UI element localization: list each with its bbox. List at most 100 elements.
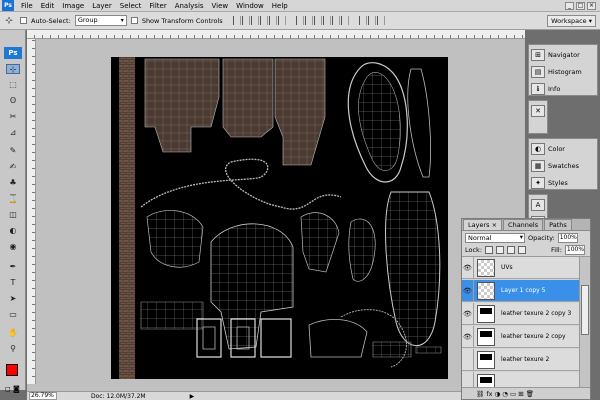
auto-align-buttons[interactable] xyxy=(358,16,385,25)
tab-paths[interactable]: Paths xyxy=(544,219,572,230)
histogram-label: Histogram xyxy=(548,67,582,76)
distribute-buttons[interactable] xyxy=(295,16,349,25)
dodge-tool-icon[interactable]: ◉ xyxy=(6,242,20,252)
ruler-horizontal[interactable] xyxy=(27,30,525,39)
show-transform-checkbox[interactable] xyxy=(130,17,138,24)
blend-mode-dropdown[interactable]: Normal xyxy=(465,232,525,243)
fill-field[interactable]: 100% xyxy=(564,245,585,255)
fill-label: Fill: xyxy=(551,246,562,254)
menu-edit[interactable]: Edit xyxy=(37,0,59,12)
layers-footer-buttons[interactable]: ⛓ fx ◑ ◔ ▭ ⊞ 🗑 xyxy=(462,387,590,399)
canvas-area[interactable] xyxy=(36,39,525,384)
styles-icon: ✦ xyxy=(531,176,545,189)
tool-presets-group: ✕ xyxy=(528,100,548,134)
opacity-field[interactable]: 100% xyxy=(557,232,578,243)
swatches-label: Swatches xyxy=(548,161,580,170)
eye-icon[interactable]: 👁 xyxy=(462,325,474,348)
maximize-button[interactable]: □ xyxy=(576,1,585,10)
history-brush-icon[interactable]: ♣ xyxy=(6,178,20,188)
scrollbar-thumb[interactable] xyxy=(581,285,589,335)
layer-row[interactable]: leather texure 2 xyxy=(462,348,580,371)
zoom-level-field[interactable]: 26.79% xyxy=(29,392,57,400)
menu-select[interactable]: Select xyxy=(116,0,146,12)
eye-hidden-icon[interactable] xyxy=(462,371,474,387)
menu-view[interactable]: View xyxy=(208,0,233,12)
path-select-icon[interactable]: ➤ xyxy=(6,294,20,304)
leather-piece-2 xyxy=(222,58,274,138)
brush-tool-icon[interactable]: ✎ xyxy=(6,146,20,156)
options-bar: ⊹ Auto-Select: Group Show Transform Cont… xyxy=(0,12,600,30)
menu-window[interactable]: Window xyxy=(232,0,268,12)
swatches-panel-tab[interactable]: ▦ Swatches xyxy=(531,158,600,173)
move-tool-icon[interactable]: ⊹ xyxy=(2,16,16,26)
tab-layers[interactable]: Layers × xyxy=(463,219,503,230)
eye-icon[interactable]: 👁 xyxy=(462,257,474,279)
color-panel-tab[interactable]: ◐ Color xyxy=(531,141,600,156)
type-tool-icon[interactable]: T xyxy=(6,278,20,288)
tool-presets-icon: ✕ xyxy=(531,104,545,117)
eraser-tool-icon[interactable]: ⌛ xyxy=(6,194,20,204)
lasso-tool-icon[interactable]: ʘ xyxy=(6,96,20,106)
navigator-group: ⊞ Navigator ▤ Histogram ℹ Info xyxy=(528,44,598,96)
histogram-panel-tab[interactable]: ▤ Histogram xyxy=(531,64,600,79)
sole-outline-2 xyxy=(407,68,431,178)
info-panel-tab[interactable]: ℹ Info xyxy=(531,81,600,96)
pen-tool-icon[interactable]: ✒ xyxy=(6,262,20,272)
menu-image[interactable]: Image xyxy=(58,0,88,12)
menu-filter[interactable]: Filter xyxy=(145,0,170,12)
tab-channels[interactable]: Channels xyxy=(503,219,544,230)
eye-icon[interactable]: 👁 xyxy=(462,302,474,325)
tool-presets-tab[interactable]: ✕ xyxy=(531,103,547,118)
hand-tool-icon[interactable]: ✋ xyxy=(6,328,20,338)
eye-hidden-icon[interactable] xyxy=(462,348,474,371)
menu-layer[interactable]: Layer xyxy=(88,0,116,12)
menu-analysis[interactable]: Analysis xyxy=(171,0,208,12)
shape-tool-icon[interactable]: ▭ xyxy=(6,310,20,320)
layer-row[interactable] xyxy=(462,371,580,387)
lock-all-icon[interactable] xyxy=(518,246,527,254)
photoshop-logo: Ps xyxy=(2,0,14,11)
status-menu-arrow-icon[interactable]: ▶ xyxy=(190,393,195,400)
lock-position-icon[interactable] xyxy=(507,246,516,254)
slice-tool-icon[interactable]: ⊿ xyxy=(6,128,20,138)
layer-thumbnail xyxy=(477,373,495,387)
layer-row[interactable]: 👁 leather texure 2 copy xyxy=(462,325,580,348)
lock-transparency-icon[interactable] xyxy=(485,246,494,254)
lock-pixels-icon[interactable] xyxy=(496,246,505,254)
leather-piece-1 xyxy=(144,58,220,153)
minimize-button[interactable]: _ xyxy=(565,1,574,10)
layer-row[interactable]: 👁 UVs xyxy=(462,257,580,279)
styles-label: Styles xyxy=(548,178,568,187)
histogram-icon: ▤ xyxy=(531,65,545,78)
align-buttons[interactable] xyxy=(232,16,286,25)
crop-tool-icon[interactable]: ✂ xyxy=(6,112,20,122)
block-piece-2 xyxy=(260,318,292,358)
auto-select-checkbox[interactable] xyxy=(20,17,27,24)
foreground-color-swatch[interactable] xyxy=(6,364,18,376)
gradient-tool-icon[interactable]: ◫ xyxy=(6,210,20,220)
uv-texture-canvas[interactable] xyxy=(111,57,448,379)
layer-thumbnail xyxy=(477,350,495,369)
ruler-vertical[interactable] xyxy=(27,39,36,384)
menu-file[interactable]: File xyxy=(17,0,37,12)
auto-select-label: Auto-Select: xyxy=(31,16,71,25)
character-icon: A xyxy=(531,198,545,211)
styles-panel-tab[interactable]: ✦ Styles xyxy=(531,175,600,190)
layer-row[interactable]: 👁 leather texure 2 copy 3 xyxy=(462,302,580,325)
move-tool-icon[interactable]: ⊹ xyxy=(6,64,20,74)
stamp-tool-icon[interactable]: ✍ xyxy=(6,162,20,172)
navigator-panel-tab[interactable]: ⊞ Navigator xyxy=(531,47,600,62)
layer-list-scrollbar[interactable] xyxy=(579,257,590,387)
auto-select-dropdown[interactable]: Group xyxy=(74,15,127,26)
character-panel-tab[interactable]: A xyxy=(531,197,547,212)
workspace-button[interactable]: Workspace ▾ xyxy=(547,14,596,27)
quick-mask-buttons[interactable]: ◻ ◙ xyxy=(5,385,20,393)
eye-icon[interactable]: 👁 xyxy=(462,279,474,302)
layer-row-selected[interactable]: 👁 Layer 1 copy 5 xyxy=(462,279,580,302)
close-button[interactable]: × xyxy=(587,1,596,10)
blur-tool-icon[interactable]: ◐ xyxy=(6,226,20,236)
marquee-tool-icon[interactable]: ⬚ xyxy=(6,80,20,90)
blend-row: Normal Opacity: 100% xyxy=(462,231,590,244)
zoom-tool-icon[interactable]: ⚲ xyxy=(6,344,20,354)
menu-help[interactable]: Help xyxy=(268,0,292,12)
